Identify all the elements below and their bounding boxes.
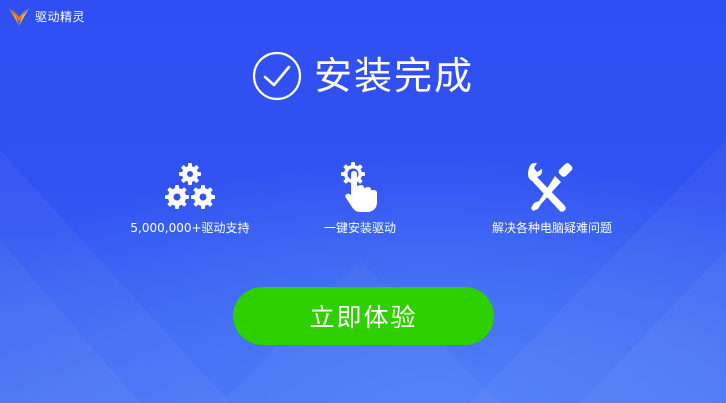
- wrench-screwdriver-icon: [528, 162, 573, 212]
- feature-driver-support: 5,000,000+驱动支持: [100, 160, 280, 236]
- feature-label: 5,000,000+驱动支持: [130, 221, 250, 235]
- app-logo-icon: [9, 8, 29, 26]
- app-title: 驱动精灵: [35, 10, 86, 24]
- page-title: 安装完成: [313, 54, 474, 98]
- feature-label: 一键安装驱动: [323, 221, 396, 235]
- completion-header: 安装完成: [0, 48, 726, 104]
- feature-one-click-install: 一键安装驱动: [270, 160, 450, 236]
- title-bar: 驱动精灵: [8, 7, 85, 27]
- installer-window: 驱动精灵 安装完成 5,000,000+驱动支持 一键安装驱动 解决各种电脑疑难…: [0, 0, 726, 403]
- pointer-hand-icon: [341, 162, 377, 212]
- feature-label: 解决各种电脑疑难问题: [491, 221, 612, 235]
- check-circle-icon: [252, 51, 302, 101]
- gears-icon: [165, 163, 215, 209]
- start-experience-button[interactable]: 立即体验: [233, 287, 494, 345]
- feature-troubleshoot: 解决各种电脑疑难问题: [462, 160, 642, 236]
